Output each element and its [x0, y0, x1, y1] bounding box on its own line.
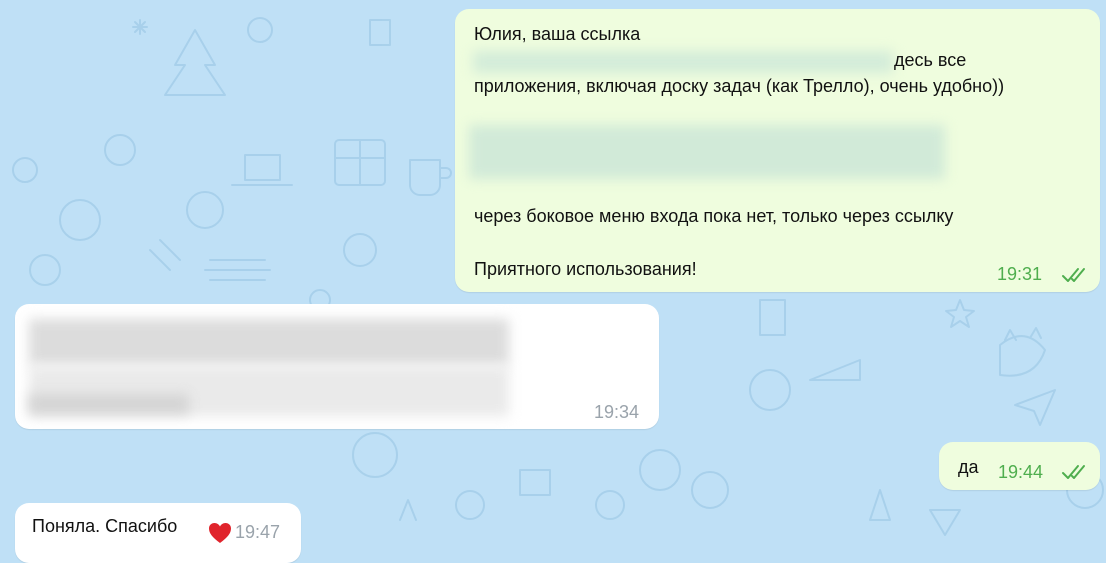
message-text: да: [958, 457, 979, 477]
message-bubble-incoming[interactable]: 19:34: [15, 304, 659, 429]
message-time: 19:34: [594, 402, 640, 422]
message-text-line: через боковое меню входа пока нет, тольк…: [474, 206, 954, 226]
heart-reaction-icon[interactable]: [208, 522, 232, 544]
redacted-link: [473, 51, 893, 73]
message-bubble-outgoing[interactable]: Юлия, ваша ссылка десь все приложения, в…: [455, 9, 1100, 292]
message-time: 19:47: [235, 522, 281, 542]
double-check-icon: [1062, 268, 1085, 282]
redacted-text: [29, 319, 509, 365]
redacted-text: [29, 394, 189, 414]
message-time: 19:31: [997, 264, 1043, 284]
message-bubble-outgoing[interactable]: да 19:44: [939, 442, 1100, 490]
message-text-line: приложения, включая доску задач (как Тре…: [474, 76, 1005, 96]
message-text-line: Приятного использования!: [474, 259, 697, 279]
message-text-line: Юлия, ваша ссылка: [474, 24, 641, 44]
message-text: Поняла. Спасибо: [32, 516, 178, 536]
redacted-text: [469, 125, 945, 179]
double-check-icon: [1062, 465, 1085, 479]
message-text-line: десь все: [894, 50, 967, 70]
message-bubble-incoming[interactable]: Поняла. Спасибо 19:47: [15, 503, 301, 563]
message-time: 19:44: [998, 462, 1044, 482]
